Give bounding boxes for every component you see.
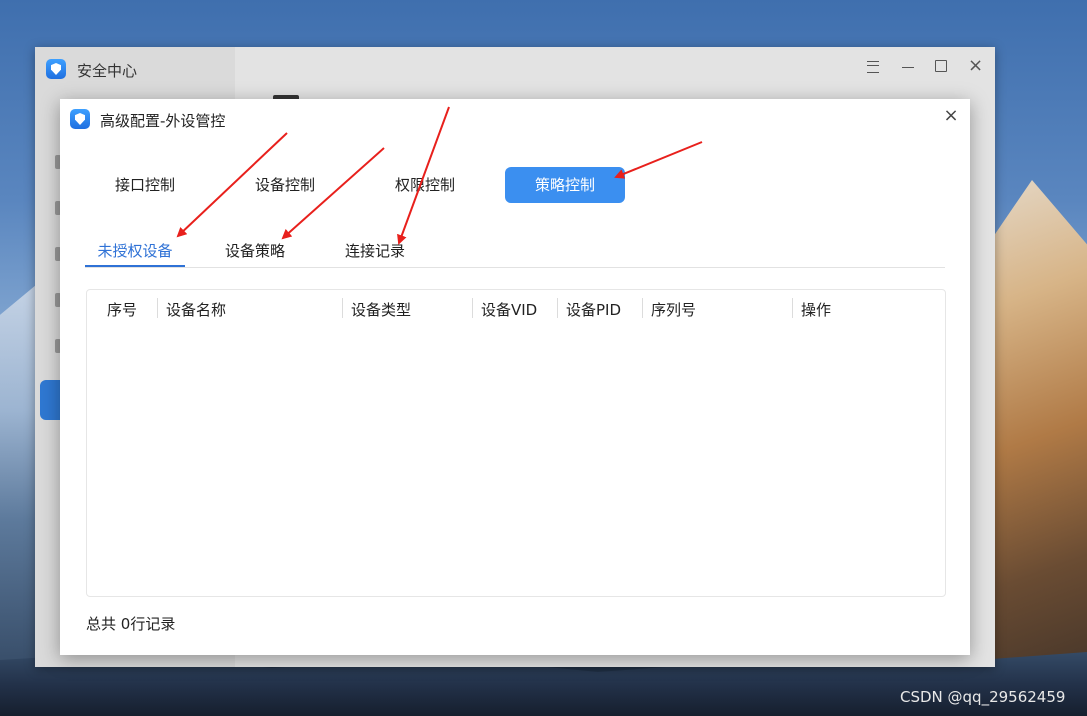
column-divider[interactable]	[792, 298, 793, 318]
device-table: 序号 设备名称 设备类型 设备VID 设备PID 序列号 操作	[86, 289, 946, 597]
column-header[interactable]: 设备类型	[351, 300, 411, 320]
column-divider[interactable]	[342, 298, 343, 318]
tab-interface-control[interactable]: 接口控制	[85, 167, 205, 203]
column-header[interactable]: 序号	[107, 300, 137, 320]
subtab-connection-log[interactable]: 连接记录	[325, 239, 425, 268]
tab-policy-control[interactable]: 策略控制	[505, 167, 625, 203]
record-count: 总共 0行记录	[86, 613, 175, 634]
column-header[interactable]: 设备VID	[481, 300, 537, 320]
column-header[interactable]: 序列号	[651, 300, 696, 320]
tab-device-control[interactable]: 设备控制	[225, 167, 345, 203]
background-titlebar: 安全中心 ×	[35, 47, 995, 91]
sub-tab-bar: 未授权设备 设备策略 连接记录	[85, 239, 945, 268]
window-title: 安全中心	[77, 62, 138, 80]
close-icon[interactable]: ×	[968, 57, 983, 75]
column-divider[interactable]	[157, 298, 158, 318]
shield-icon	[70, 109, 90, 129]
close-icon[interactable]: ×	[942, 107, 960, 125]
column-header[interactable]: 操作	[801, 300, 831, 320]
minimize-icon[interactable]	[902, 67, 914, 68]
menu-icon[interactable]	[867, 61, 879, 73]
record-count-prefix: 总共	[86, 615, 117, 633]
column-divider[interactable]	[472, 298, 473, 318]
subtab-unauthorized-devices[interactable]: 未授权设备	[85, 239, 185, 267]
dialog-title: 高级配置-外设管控	[100, 112, 226, 130]
record-count-suffix: 行记录	[130, 615, 176, 633]
column-header[interactable]: 设备PID	[566, 300, 621, 320]
watermark: CSDN @qq_29562459	[900, 688, 1066, 706]
shield-icon	[46, 59, 66, 79]
peripheral-control-dialog: 高级配置-外设管控 × 接口控制 设备控制 权限控制 策略控制 未授权设备 设备…	[60, 99, 970, 655]
column-header[interactable]: 设备名称	[166, 300, 226, 320]
column-divider[interactable]	[557, 298, 558, 318]
tab-permission-control[interactable]: 权限控制	[365, 167, 485, 203]
maximize-icon[interactable]	[935, 60, 947, 72]
record-count-value: 0	[120, 615, 131, 633]
subtab-device-policy[interactable]: 设备策略	[205, 239, 305, 268]
column-divider[interactable]	[642, 298, 643, 318]
